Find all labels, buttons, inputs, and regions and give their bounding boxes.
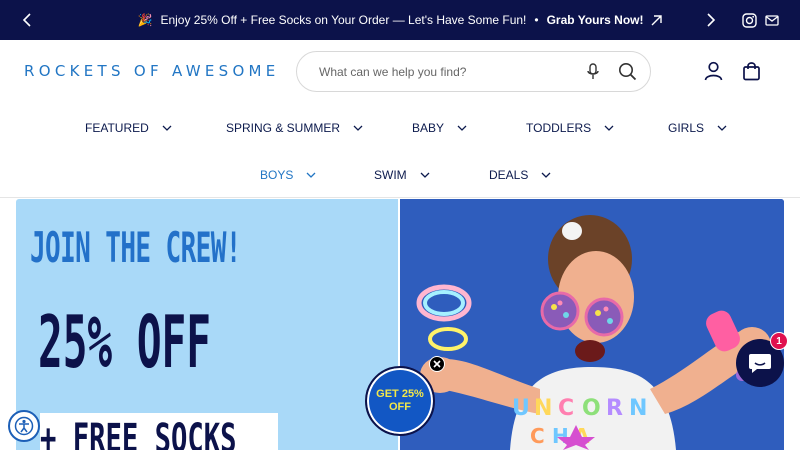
microphone-icon[interactable] [587, 63, 599, 81]
site-header: ROCKETS OF AWESOME [0, 40, 800, 104]
svg-text:N: N [534, 396, 552, 421]
search-icon[interactable] [618, 62, 637, 81]
chevron-down-icon [457, 125, 467, 131]
nav-divider [0, 197, 800, 198]
search-input[interactable] [319, 52, 569, 91]
instagram-link[interactable] [739, 0, 759, 40]
prev-announcement-button[interactable] [12, 0, 42, 40]
close-icon [433, 360, 441, 368]
nav-item-baby[interactable]: BABY [412, 121, 467, 135]
account-icon[interactable] [704, 61, 723, 81]
chevron-right-icon [707, 13, 716, 27]
next-announcement-button[interactable] [696, 0, 726, 40]
announcement-message[interactable]: 🎉 Enjoy 25% Off + Free Socks on Your Ord… [138, 13, 663, 27]
popup-line-1: GET 25% [376, 387, 424, 400]
promo-banner[interactable]: JOIN THE CREW! 25% OFF + FREE SOCKS [16, 199, 398, 450]
announcement-text: Enjoy 25% Off + Free Socks on Your Order… [160, 13, 527, 27]
nav-item-boys[interactable]: BOYS [260, 168, 316, 182]
discount-popup-button[interactable]: GET 25% OFF [365, 366, 435, 436]
search-bar [296, 51, 651, 92]
promo-headline: JOIN THE CREW! [30, 223, 241, 272]
nav-label: BOYS [260, 168, 294, 182]
announcement-bar: 🎉 Enjoy 25% Off + Free Socks on Your Ord… [0, 0, 800, 40]
promo-socks-text: + FREE SOCKS [40, 416, 237, 450]
svg-text:O: O [582, 396, 601, 421]
chevron-down-icon [353, 125, 363, 131]
chevron-down-icon [717, 125, 727, 131]
promo-socks-box: + FREE SOCKS [40, 413, 278, 450]
email-link[interactable] [762, 0, 782, 40]
accessibility-button[interactable] [8, 410, 40, 442]
nav-item-girls[interactable]: GIRLS [668, 121, 727, 135]
nav-label: DEALS [489, 168, 529, 182]
chat-unread-badge: 1 [770, 332, 788, 350]
svg-text:N: N [629, 396, 647, 421]
chevron-down-icon [541, 172, 551, 178]
chat-bubble-icon [749, 354, 771, 373]
svg-text:R: R [606, 396, 623, 421]
nav-label: SPRING & SUMMER [226, 121, 341, 135]
svg-text:C: C [558, 396, 574, 421]
accessibility-icon [14, 416, 34, 436]
shopping-bag-icon[interactable] [742, 61, 761, 81]
popup-close-button[interactable] [429, 356, 445, 372]
chevron-down-icon [306, 172, 316, 178]
chat-widget-button[interactable]: 1 [736, 332, 788, 387]
promo-discount: 25% OFF [38, 300, 211, 384]
instagram-icon [741, 12, 757, 28]
arrow-up-right-icon [651, 14, 663, 25]
nav-item-swim[interactable]: SWIM [374, 168, 430, 182]
nav-item-toddlers[interactable]: TODDLERS [526, 121, 614, 135]
chevron-down-icon [420, 172, 430, 178]
popup-line-2: OFF [389, 401, 411, 413]
hero-image[interactable]: U N C O R N C H A [400, 199, 784, 450]
chevron-left-icon [22, 13, 31, 27]
nav-item-featured[interactable]: FEATURED [85, 121, 172, 135]
announcement-separator: • [534, 13, 539, 27]
nav-item-spring-summer[interactable]: SPRING & SUMMER [226, 121, 363, 135]
chevron-down-icon [604, 125, 614, 131]
site-logo[interactable]: ROCKETS OF AWESOME [24, 62, 280, 80]
nav-label: BABY [412, 121, 445, 135]
announcement-cta-link[interactable]: Grab Yours Now! [547, 13, 644, 27]
nav-item-deals[interactable]: DEALS [489, 168, 551, 182]
nav-label: GIRLS [668, 121, 705, 135]
svg-text:H: H [552, 424, 569, 448]
svg-text:U: U [512, 396, 530, 421]
svg-text:C: C [530, 424, 545, 448]
mail-icon [765, 14, 779, 26]
nav-label: TODDLERS [526, 121, 592, 135]
kid-photo-illustration: U N C O R N C H A [400, 199, 784, 450]
nav-label: FEATURED [85, 121, 149, 135]
party-emoji: 🎉 [137, 13, 153, 27]
chevron-down-icon [162, 125, 172, 131]
nav-label: SWIM [374, 168, 407, 182]
